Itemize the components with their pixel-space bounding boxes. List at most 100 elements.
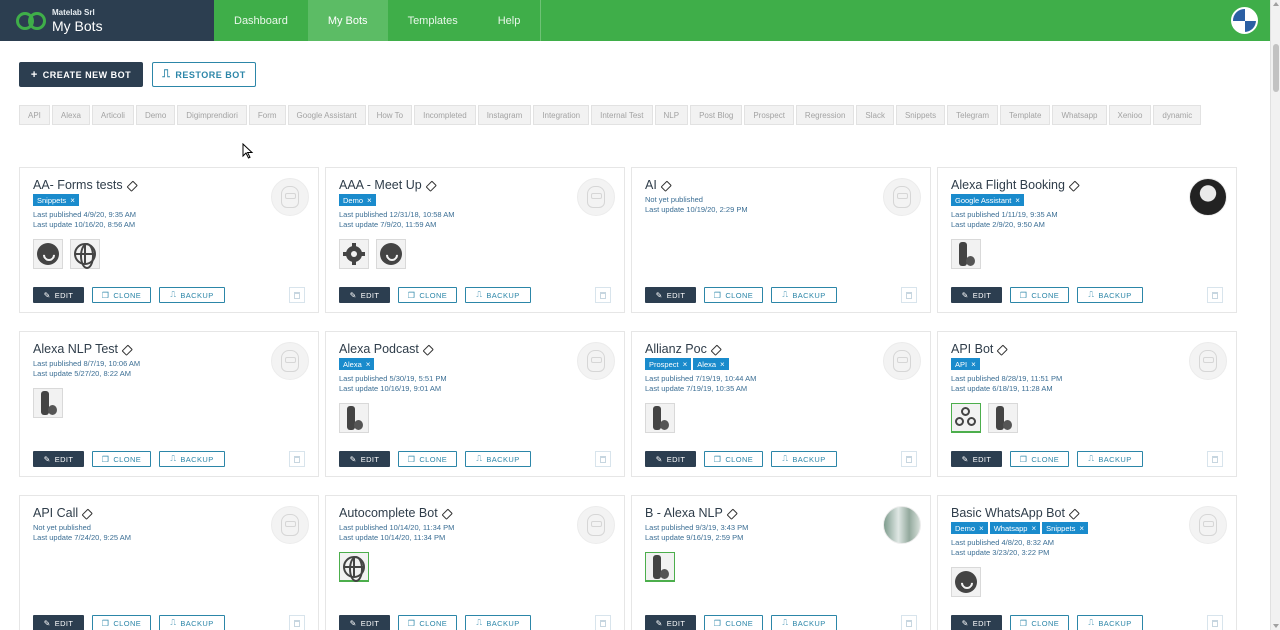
tag-filter-alexa[interactable]: Alexa [51,105,90,125]
tag-icon[interactable] [659,179,672,192]
brand[interactable]: Matelab Srl My Bots [0,0,214,41]
channel-alexa[interactable] [988,403,1018,433]
channel-whatsapp[interactable] [33,239,63,269]
tag-filter-incompleted[interactable]: Incompleted [414,105,476,125]
scroll-down-icon[interactable] [1273,624,1279,628]
tag-icon[interactable] [80,507,93,520]
edit-button[interactable]: ✎ EDIT [33,451,84,467]
edit-button[interactable]: ✎ EDIT [951,287,1002,303]
backup-button[interactable]: ⎍ BACKUP [465,287,531,303]
tag-filter-nlp[interactable]: NLP [654,105,689,125]
remove-tag-icon[interactable]: × [720,360,725,369]
bot-name[interactable]: AA- Forms tests [33,178,123,192]
bot-name[interactable]: B - Alexa NLP [645,506,723,520]
tag-filter-dynamic[interactable]: dynamic [1153,105,1202,125]
tag-filter-template[interactable]: Template [1000,105,1051,125]
tag-filter-telegram[interactable]: Telegram [947,105,998,125]
clone-button[interactable]: ❐ CLONE [398,451,457,467]
restore-bot-button[interactable]: ⎍ RESTORE BOT [152,62,256,87]
edit-button[interactable]: ✎ EDIT [951,451,1002,467]
bot-title[interactable]: B - Alexa NLP [645,506,736,520]
bot-title[interactable]: API Call [33,506,91,520]
delete-button[interactable] [289,451,305,467]
delete-button[interactable] [595,615,611,630]
remove-tag-icon[interactable]: × [979,524,984,533]
tag-filter-how-to[interactable]: How To [367,105,413,125]
tag-filter-snippets[interactable]: Snippets [895,105,946,125]
tag-icon[interactable] [709,343,722,356]
nav-dashboard[interactable]: Dashboard [214,0,308,41]
bot-title[interactable]: Allianz Poc [645,342,720,356]
bot-name[interactable]: Alexa NLP Test [33,342,118,356]
remove-tag-icon[interactable]: × [1079,524,1084,533]
bot-title[interactable]: API Bot [951,342,1006,356]
tag-filter-instagram[interactable]: Instagram [477,105,532,125]
edit-button[interactable]: ✎ EDIT [339,615,390,630]
remove-tag-icon[interactable]: × [1031,524,1036,533]
edit-button[interactable]: ✎ EDIT [33,615,84,630]
bot-name[interactable]: API Call [33,506,78,520]
delete-button[interactable] [595,287,611,303]
backup-button[interactable]: ⎍ BACKUP [771,615,837,630]
bot-title[interactable]: AA- Forms tests [33,178,136,192]
channel-web[interactable] [70,239,100,269]
nav-templates[interactable]: Templates [388,0,478,41]
bot-title[interactable]: AI [645,178,670,192]
delete-button[interactable] [901,287,917,303]
delete-button[interactable] [595,451,611,467]
channel-web[interactable] [339,552,369,582]
nav-help[interactable]: Help [478,0,541,41]
bot-name[interactable]: Basic WhatsApp Bot [951,506,1065,520]
tag-icon[interactable] [1067,507,1080,520]
clone-button[interactable]: ❐ CLONE [92,451,151,467]
bot-name[interactable]: Alexa Podcast [339,342,419,356]
edit-button[interactable]: ✎ EDIT [645,615,696,630]
channel-whatsapp[interactable] [951,567,981,597]
tag-filter-google-assistant[interactable]: Google Assistant [287,105,366,125]
tag-icon[interactable] [120,343,133,356]
edit-button[interactable]: ✎ EDIT [951,615,1002,630]
backup-button[interactable]: ⎍ BACKUP [465,451,531,467]
clone-button[interactable]: ❐ CLONE [92,615,151,630]
channel-alexa[interactable] [645,552,675,582]
clone-button[interactable]: ❐ CLONE [1010,615,1069,630]
edit-button[interactable]: ✎ EDIT [645,451,696,467]
clone-button[interactable]: ❐ CLONE [704,287,763,303]
edit-button[interactable]: ✎ EDIT [645,287,696,303]
bot-title[interactable]: Basic WhatsApp Bot [951,506,1078,520]
backup-button[interactable]: ⎍ BACKUP [159,615,225,630]
remove-tag-icon[interactable]: × [1015,196,1020,205]
remove-tag-icon[interactable]: × [366,360,371,369]
tag-filter-post-blog[interactable]: Post Blog [690,105,743,125]
backup-button[interactable]: ⎍ BACKUP [465,615,531,630]
create-new-bot-button[interactable]: + CREATE NEW BOT [19,62,143,87]
channel-gear[interactable] [339,239,369,269]
remove-tag-icon[interactable]: × [367,196,372,205]
tag-filter-prospect[interactable]: Prospect [744,105,794,125]
remove-tag-icon[interactable]: × [971,360,976,369]
clone-button[interactable]: ❐ CLONE [1010,287,1069,303]
edit-button[interactable]: ✎ EDIT [339,287,390,303]
bot-title[interactable]: Alexa NLP Test [33,342,131,356]
tag-filter-integration[interactable]: Integration [533,105,590,125]
tag-filter-digimprendiori[interactable]: Digimprendiori [177,105,247,125]
edit-button[interactable]: ✎ EDIT [339,451,390,467]
tag-filter-regression[interactable]: Regression [795,105,855,125]
tag-icon[interactable] [996,343,1009,356]
delete-button[interactable] [289,287,305,303]
clone-button[interactable]: ❐ CLONE [92,287,151,303]
clone-button[interactable]: ❐ CLONE [398,287,457,303]
tag-icon[interactable] [125,179,138,192]
bot-name[interactable]: AAA - Meet Up [339,178,422,192]
channel-alexa[interactable] [339,403,369,433]
clone-button[interactable]: ❐ CLONE [398,615,457,630]
bot-name[interactable]: Allianz Poc [645,342,707,356]
bot-name[interactable]: API Bot [951,342,993,356]
tag-filter-demo[interactable]: Demo [135,105,176,125]
tag-filter-articoli[interactable]: Articoli [91,105,134,125]
channel-alexa[interactable] [33,388,63,418]
channel-alexa[interactable] [645,403,675,433]
tag-icon[interactable] [725,507,738,520]
delete-button[interactable] [901,615,917,630]
tag-icon[interactable] [440,507,453,520]
